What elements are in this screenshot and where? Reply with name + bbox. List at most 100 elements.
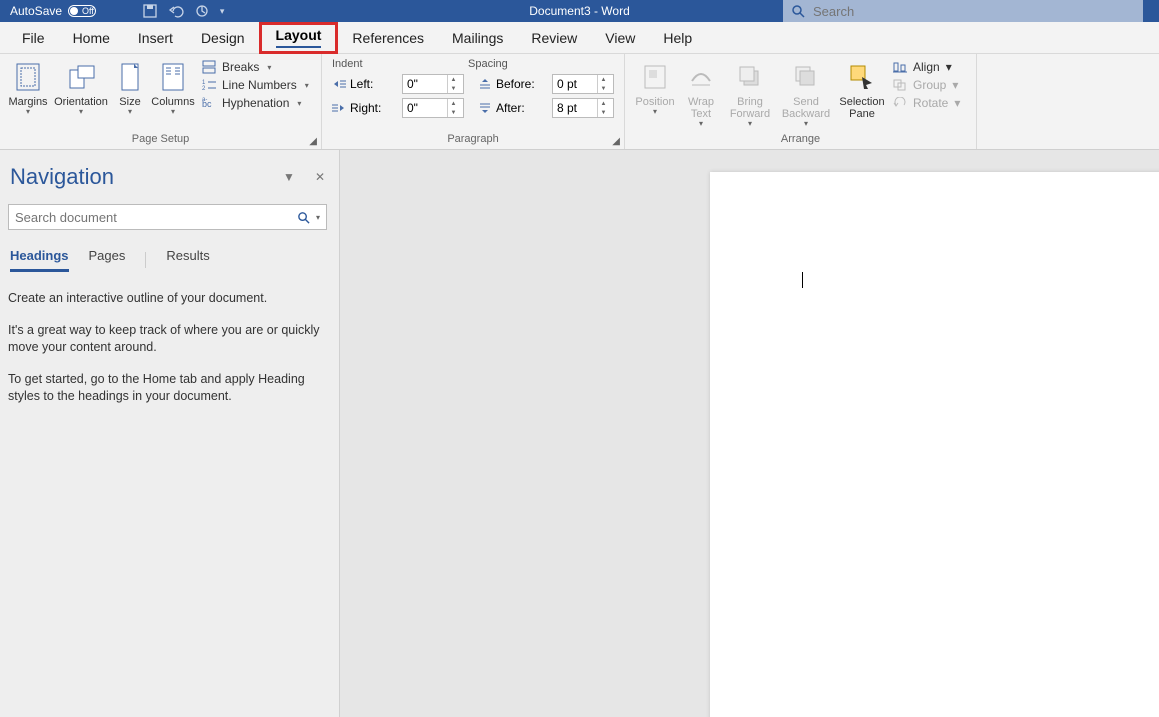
spacing-after-label: After: [496, 101, 548, 115]
text-cursor [802, 272, 803, 288]
columns-button[interactable]: Columns ▾ [148, 58, 198, 118]
bring-forward-button: Bring Forward▾ [723, 58, 777, 130]
nav-tab-pages[interactable]: Pages [89, 248, 126, 272]
size-button[interactable]: Size ▾ [112, 58, 148, 118]
position-button: Position▾ [631, 58, 679, 118]
align-icon [893, 61, 907, 73]
send-backward-label: Send Backward [782, 96, 830, 120]
search-icon[interactable] [297, 211, 310, 224]
group-button: Group▾ [889, 78, 964, 92]
tab-help[interactable]: Help [649, 22, 706, 54]
spinner-up-icon[interactable]: ▲ [598, 99, 609, 108]
hyphenation-button[interactable]: bca- Hyphenation ▾ [198, 96, 313, 110]
tab-view[interactable]: View [591, 22, 649, 54]
chevron-down-icon: ▾ [114, 108, 146, 116]
autosave-toggle[interactable]: AutoSave Off [10, 4, 114, 18]
save-icon[interactable] [142, 3, 158, 19]
spacing-after-icon [478, 102, 492, 114]
nav-help-p1: Create an interactive outline of your do… [8, 290, 323, 308]
bring-forward-label: Bring Forward [730, 96, 770, 120]
indent-header: Indent [332, 58, 462, 70]
indent-left-icon [332, 78, 346, 90]
group-label-page-setup: Page Setup [6, 133, 315, 147]
search-document-input[interactable] [15, 210, 293, 225]
nav-tab-headings[interactable]: Headings [10, 248, 69, 272]
qat-customize-icon[interactable]: ▾ [220, 6, 225, 17]
indent-right-icon [332, 102, 346, 114]
title-bar: AutoSave Off ▾ Document3 - Word [0, 0, 1159, 22]
spinner-down-icon[interactable]: ▼ [448, 84, 459, 93]
nav-tab-results[interactable]: Results [166, 248, 209, 272]
tab-home[interactable]: Home [59, 22, 124, 54]
chevron-down-icon: ▾ [267, 63, 271, 72]
margins-button[interactable]: Margins ▾ [6, 58, 50, 118]
spacing-before-input[interactable]: ▲▼ [552, 74, 614, 94]
selection-pane-icon [837, 60, 887, 94]
hyphenation-icon: bca- [202, 96, 216, 110]
chevron-down-icon: ▾ [946, 60, 952, 74]
chevron-down-icon: ▾ [52, 108, 110, 116]
group-icon [893, 79, 907, 91]
spacing-before-field[interactable] [553, 77, 597, 91]
rotate-button: Rotate▾ [889, 96, 964, 110]
chevron-down-icon: ▾ [725, 120, 775, 128]
line-numbers-icon: 12 [202, 78, 216, 92]
send-backward-icon [779, 60, 833, 94]
chevron-down-icon[interactable]: ▾ [316, 213, 320, 222]
spacing-after-input[interactable]: ▲▼ [552, 98, 614, 118]
search-document-box[interactable]: ▾ [8, 204, 327, 230]
tab-file[interactable]: File [8, 22, 59, 54]
indent-right-label: Right: [350, 101, 398, 115]
undo-icon[interactable] [168, 4, 184, 18]
line-numbers-button[interactable]: 12 Line Numbers ▾ [198, 78, 313, 92]
spacing-before-label: Before: [496, 77, 548, 91]
indent-left-field[interactable] [403, 77, 447, 91]
nav-help-p3: To get started, go to the Home tab and a… [8, 371, 323, 406]
chevron-down-icon: ▾ [681, 120, 721, 128]
indent-left-label: Left: [350, 77, 398, 91]
bring-forward-icon [725, 60, 775, 94]
chevron-down-icon: ▾ [305, 81, 309, 90]
wrap-text-label: Wrap Text [688, 96, 714, 120]
align-button[interactable]: Align▾ [889, 60, 964, 74]
chevron-down-icon: ▾ [8, 108, 48, 116]
search-input[interactable] [813, 4, 1135, 19]
search-box[interactable] [783, 0, 1143, 22]
rotate-icon [893, 97, 907, 109]
dialog-launcher-paragraph[interactable]: ◢ [612, 136, 620, 147]
tab-insert[interactable]: Insert [124, 22, 187, 54]
orientation-button[interactable]: Orientation ▾ [50, 58, 112, 118]
tab-mailings[interactable]: Mailings [438, 22, 517, 54]
document-area[interactable] [340, 150, 1159, 717]
nav-menu-button[interactable]: ▼ [283, 170, 295, 184]
group-label-arrange: Arrange [631, 133, 970, 147]
breaks-label: Breaks [222, 60, 259, 74]
document-title: Document3 - Word [529, 4, 629, 18]
spinner-down-icon[interactable]: ▼ [598, 108, 609, 117]
spinner-up-icon[interactable]: ▲ [448, 99, 459, 108]
navigation-pane: Navigation ▼ ✕ ▾ Headings Pages Results … [0, 150, 340, 717]
indent-right-field[interactable] [403, 101, 447, 115]
indent-right-input[interactable]: ▲▼ [402, 98, 464, 118]
tab-layout[interactable]: Layout [259, 22, 339, 54]
document-page[interactable] [710, 172, 1159, 717]
selection-pane-button[interactable]: Selection Pane [835, 58, 889, 122]
breaks-button[interactable]: Breaks ▾ [198, 60, 313, 74]
redo-icon[interactable] [194, 4, 210, 18]
ribbon: Margins ▾ Orientation ▾ Size ▾ [0, 54, 1159, 150]
dialog-launcher-page-setup[interactable]: ◢ [309, 136, 317, 147]
spinner-down-icon[interactable]: ▼ [448, 108, 459, 117]
tab-review[interactable]: Review [517, 22, 591, 54]
tab-references[interactable]: References [338, 22, 438, 54]
spinner-up-icon[interactable]: ▲ [598, 75, 609, 84]
spacing-after-field[interactable] [553, 101, 597, 115]
indent-left-input[interactable]: ▲▼ [402, 74, 464, 94]
spinner-down-icon[interactable]: ▼ [598, 84, 609, 93]
group-obj-label: Group [913, 78, 946, 92]
line-numbers-label: Line Numbers [222, 78, 297, 92]
spacing-before-icon [478, 78, 492, 90]
nav-close-button[interactable]: ✕ [315, 170, 325, 184]
tab-design[interactable]: Design [187, 22, 259, 54]
group-label-paragraph: Paragraph [328, 133, 618, 147]
spinner-up-icon[interactable]: ▲ [448, 75, 459, 84]
